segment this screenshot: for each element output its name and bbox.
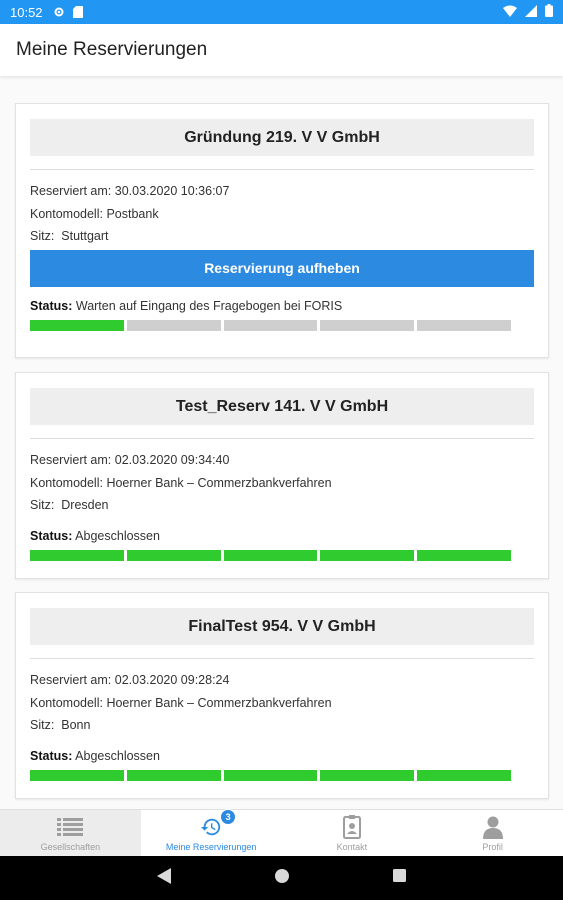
status-line: Status: Abgeschlossen [30,748,160,763]
settings-gear-icon [53,6,65,18]
progress-segment [417,319,511,331]
list-icon [57,814,84,840]
reserved-at-line: Reserviert am: 30.03.2020 10:36:07 [30,184,230,198]
nav-item-meine-reservierungen[interactable]: 3 Meine Reservierungen [141,809,282,856]
account-model-value: Hoerner Bank – Commerzbankverfahren [106,475,332,490]
nav-label: Profil [482,842,503,852]
progress-segment [320,319,415,331]
progress-segment [320,769,415,781]
nav-item-gesellschaften[interactable]: Gesellschaften [0,810,141,856]
notification-badge: 3 [220,809,237,825]
nav-label: Kontakt [336,842,368,852]
progress-segment [126,549,221,561]
contact-card-icon [342,814,361,840]
account-model-line: Kontomodell: Hoerner Bank – Commerzbankv… [30,695,332,710]
company-name: Gründung 219. V V GmbH [30,119,534,156]
reserved-at-value: 30.03.2020 10:36:07 [114,184,230,198]
nav-label: Meine Reservierungen [165,842,257,852]
status-line: Status: Warten auf Eingang des Frageboge… [30,298,343,313]
reserved-at-line: Reserviert am: 02.03.2020 09:28:24 [30,673,230,687]
divider [30,658,534,659]
cell-signal-icon [525,4,537,20]
cancel-reservation-button[interactable]: Reservierung aufheben [30,249,534,287]
progress-segment [417,549,511,561]
bottom-navigation: Gesellschaften 3 Meine Reservierungen Ko… [0,809,563,856]
wifi-icon [503,5,517,20]
progress-bar [30,319,511,331]
history-icon: 3 [200,809,237,840]
progress-segment [223,319,318,331]
progress-segment [417,769,511,781]
seat-value: Dresden [61,498,109,512]
status-line: Status: Abgeschlossen [30,528,160,543]
account-model-line: Kontomodell: Postbank [30,206,159,221]
seat-value: Stuttgart [61,229,109,243]
progress-segment [30,549,124,561]
reservation-card: Test_Reserv 141. V V GmbH Reserviert am:… [15,372,549,579]
progress-bar [30,549,511,561]
seat-line: Sitz: Stuttgart [30,229,109,243]
nav-item-kontakt[interactable]: Kontakt [282,810,423,856]
battery-icon [545,4,553,20]
progress-segment [320,549,415,561]
progress-segment [223,549,318,561]
divider [30,438,534,439]
reserved-at-value: 02.03.2020 09:34:40 [114,453,230,467]
seat-line: Sitz: Dresden [30,498,109,512]
company-name: FinalTest 954. V V GmbH [30,608,534,645]
home-icon[interactable] [275,868,289,888]
status-time: 10:52 [10,4,43,20]
account-model-line: Kontomodell: Hoerner Bank – Commerzbankv… [30,475,332,490]
progress-segment [126,769,221,781]
app-bar: Meine Reservierungen [0,24,563,76]
back-icon[interactable] [157,867,171,889]
progress-segment [30,319,124,331]
progress-segment [30,769,124,781]
person-icon [482,814,503,840]
company-name: Test_Reserv 141. V V GmbH [30,388,534,425]
reservation-list[interactable]: Gründung 219. V V GmbH Reserviert am: 30… [0,76,563,809]
system-navigation-bar [0,856,563,900]
progress-segment [126,319,221,331]
page-title: Meine Reservierungen [16,39,208,60]
account-model-value: Postbank [106,206,159,221]
status-value: Abgeschlossen [75,528,160,543]
nav-item-profil[interactable]: Profil [422,810,563,856]
recents-icon[interactable] [393,869,406,887]
reservation-card: FinalTest 954. V V GmbH Reserviert am: 0… [15,592,549,799]
divider [30,169,534,170]
progress-segment [223,769,318,781]
status-value: Abgeschlossen [75,748,160,763]
sd-card-icon [72,6,83,18]
progress-bar [30,769,511,781]
seat-line: Sitz: Bonn [30,718,91,732]
status-bar: 10:52 [0,0,563,24]
account-model-value: Hoerner Bank – Commerzbankverfahren [106,695,332,710]
reserved-at-value: 02.03.2020 09:28:24 [114,673,230,687]
nav-label: Gesellschaften [40,842,101,852]
reserved-at-line: Reserviert am: 02.03.2020 09:34:40 [30,453,230,467]
reservation-card: Gründung 219. V V GmbH Reserviert am: 30… [15,103,549,358]
status-value: Warten auf Eingang des Fragebogen bei FO… [75,298,343,313]
seat-value: Bonn [61,718,91,732]
